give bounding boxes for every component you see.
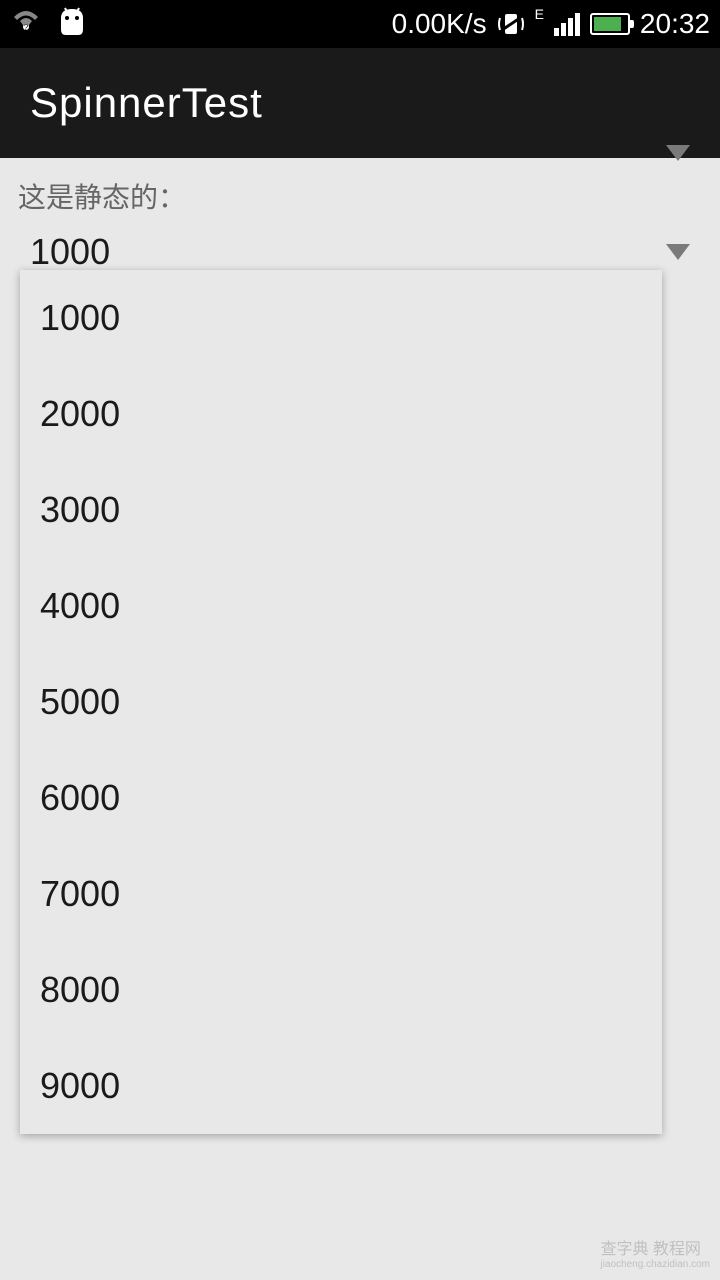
static-label: 这是静态的： bbox=[18, 176, 702, 216]
battery-icon bbox=[590, 13, 630, 35]
wifi-icon: ? bbox=[10, 8, 42, 40]
action-bar: SpinnerTest bbox=[0, 48, 720, 158]
svg-text:?: ? bbox=[24, 23, 29, 32]
status-right: 0.00K/s E 20:32 bbox=[392, 8, 710, 40]
vibrate-icon bbox=[497, 10, 525, 38]
spinner-selected-value: 1000 bbox=[30, 231, 110, 273]
signal-icon bbox=[554, 13, 580, 36]
status-left: ? bbox=[10, 6, 90, 43]
chevron-down-icon bbox=[666, 244, 690, 260]
dropdown-item[interactable]: 4000 bbox=[20, 558, 662, 654]
app-title: SpinnerTest bbox=[30, 79, 263, 127]
dropdown-item[interactable]: 2000 bbox=[20, 366, 662, 462]
dropdown-item[interactable]: 8000 bbox=[20, 942, 662, 1038]
dropdown-item[interactable]: 3000 bbox=[20, 462, 662, 558]
network-speed: 0.00K/s bbox=[392, 8, 487, 40]
status-bar: ? 0.00K/s E 20:32 bbox=[0, 0, 720, 48]
android-icon bbox=[54, 6, 90, 43]
network-type: E bbox=[535, 6, 544, 22]
dropdown-popup: 1000 2000 3000 4000 5000 6000 7000 8000 … bbox=[20, 270, 662, 1134]
dropdown-item[interactable]: 7000 bbox=[20, 846, 662, 942]
clock: 20:32 bbox=[640, 8, 710, 40]
dropdown-item[interactable]: 6000 bbox=[20, 750, 662, 846]
chevron-down-icon bbox=[666, 145, 690, 161]
dropdown-item[interactable]: 1000 bbox=[20, 270, 662, 366]
watermark: 查字典 教程网 jiaocheng.chazidian.com bbox=[600, 1235, 710, 1270]
dropdown-item[interactable]: 9000 bbox=[20, 1038, 662, 1134]
dropdown-item[interactable]: 5000 bbox=[20, 654, 662, 750]
